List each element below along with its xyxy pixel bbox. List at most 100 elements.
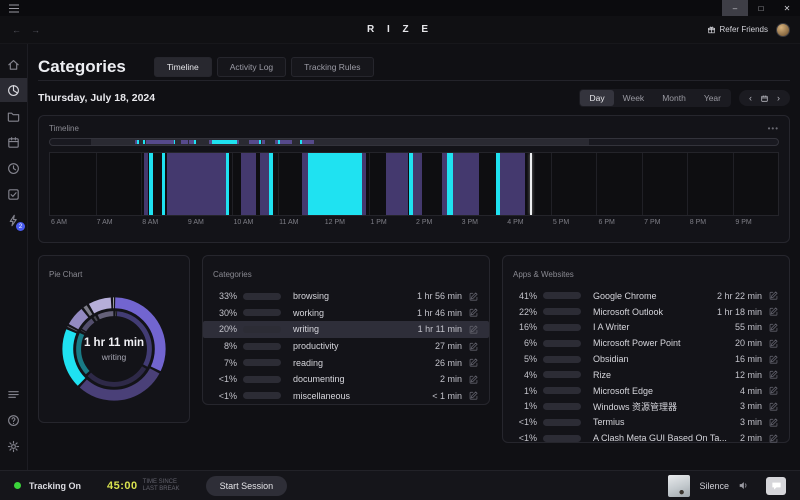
avatar[interactable] bbox=[776, 23, 790, 37]
sidebar-item-check-square[interactable] bbox=[0, 182, 27, 206]
sidebar-item-pie-chart[interactable] bbox=[0, 78, 27, 102]
activity-segment bbox=[144, 153, 148, 215]
app-label: Microsoft Power Point bbox=[593, 338, 729, 348]
chat-bubble-button[interactable] bbox=[766, 477, 786, 495]
app-row[interactable]: 22%Microsoft Outlook1 hr 18 min bbox=[513, 304, 779, 320]
minimize-button[interactable]: – bbox=[722, 0, 748, 16]
app-row[interactable]: 4%Rize12 min bbox=[513, 367, 779, 383]
range-option-month[interactable]: Month bbox=[653, 90, 695, 106]
percent-label: 41% bbox=[513, 291, 537, 301]
edit-icon[interactable] bbox=[768, 322, 779, 333]
activity-segment bbox=[226, 153, 229, 215]
category-row[interactable]: 7%reading26 min bbox=[213, 354, 479, 371]
scrubber-segment bbox=[181, 140, 188, 144]
edit-icon[interactable] bbox=[768, 354, 779, 365]
hour-label: 8 PM bbox=[688, 219, 706, 226]
app-label: Microsoft Outlook bbox=[593, 307, 711, 317]
range-option-year[interactable]: Year bbox=[695, 90, 730, 106]
app-row[interactable]: 1%Windows 资源管理器3 min bbox=[513, 399, 779, 415]
page-header: Categories TimelineActivity LogTracking … bbox=[38, 44, 790, 81]
refer-friends-button[interactable]: Refer Friends bbox=[707, 25, 768, 35]
page-title: Categories bbox=[38, 57, 126, 77]
edit-icon[interactable] bbox=[468, 324, 479, 335]
sidebar-item-help-circle[interactable] bbox=[0, 408, 27, 432]
edit-icon[interactable] bbox=[768, 417, 779, 428]
sidebar-item-calendar[interactable] bbox=[0, 130, 27, 154]
app-row[interactable]: <1%Termius3 min bbox=[513, 414, 779, 430]
percent-label: 1% bbox=[513, 401, 537, 411]
hamburger-menu-icon[interactable] bbox=[9, 4, 19, 13]
edit-icon[interactable] bbox=[468, 357, 479, 368]
edit-icon[interactable] bbox=[768, 433, 779, 444]
app-row[interactable]: 1%Microsoft Edge4 min bbox=[513, 383, 779, 399]
hour-label: 12 PM bbox=[323, 219, 345, 226]
usage-bar bbox=[543, 340, 581, 347]
app-row[interactable]: <1%A Clash Meta GUI Based On Ta...2 min bbox=[513, 430, 779, 446]
edit-icon[interactable] bbox=[768, 290, 779, 301]
prev-date-button[interactable]: ‹ bbox=[749, 93, 752, 103]
timeline-scrubber[interactable] bbox=[49, 138, 779, 146]
category-row[interactable]: <1%miscellaneous< 1 min bbox=[213, 388, 479, 405]
edit-icon[interactable] bbox=[768, 401, 779, 412]
app-label: Windows 资源管理器 bbox=[593, 400, 734, 413]
hour-gridline bbox=[642, 153, 643, 215]
edit-icon[interactable] bbox=[768, 369, 779, 380]
album-art-thumbnail[interactable] bbox=[668, 475, 690, 497]
close-button[interactable]: ✕ bbox=[774, 0, 800, 16]
tab-timeline[interactable]: Timeline bbox=[154, 57, 212, 77]
tab-activity-log[interactable]: Activity Log bbox=[217, 57, 286, 77]
hour-gridline bbox=[369, 153, 370, 215]
calendar-picker-icon[interactable] bbox=[760, 94, 769, 103]
app-label: Google Chrome bbox=[593, 291, 711, 301]
edit-icon[interactable] bbox=[468, 341, 479, 352]
start-session-button[interactable]: Start Session bbox=[206, 476, 288, 496]
category-row[interactable]: 30%working1 hr 46 min bbox=[213, 305, 479, 322]
edit-icon[interactable] bbox=[768, 385, 779, 396]
edit-icon[interactable] bbox=[468, 291, 479, 302]
range-option-week[interactable]: Week bbox=[614, 90, 654, 106]
speaker-icon[interactable] bbox=[738, 480, 749, 491]
back-button[interactable]: ← bbox=[12, 25, 21, 35]
edit-icon[interactable] bbox=[768, 306, 779, 317]
timeline-chart bbox=[49, 152, 779, 216]
now-playing-label: Silence bbox=[699, 481, 729, 491]
category-label: documenting bbox=[293, 374, 434, 384]
maximize-button[interactable]: □ bbox=[748, 0, 774, 16]
scrubber-segment bbox=[146, 140, 174, 144]
edit-icon[interactable] bbox=[468, 390, 479, 401]
app-label: Termius bbox=[593, 417, 734, 427]
app-row[interactable]: 16%I A Writer55 min bbox=[513, 320, 779, 336]
sidebar-item-zap[interactable]: 2 bbox=[0, 208, 27, 232]
forward-button[interactable]: → bbox=[31, 25, 40, 35]
tracking-status-dot bbox=[14, 482, 21, 489]
sidebar-item-settings[interactable] bbox=[0, 434, 27, 458]
app-label: Rize bbox=[593, 370, 729, 380]
tab-tracking-rules[interactable]: Tracking Rules bbox=[291, 57, 373, 77]
notification-badge: 2 bbox=[16, 222, 25, 231]
range-option-day[interactable]: Day bbox=[580, 90, 613, 106]
hour-label: 3 PM bbox=[460, 219, 478, 226]
timeline-menu-button[interactable]: ••• bbox=[768, 124, 779, 133]
gift-icon bbox=[707, 25, 716, 35]
sidebar-item-menu-lines[interactable] bbox=[0, 382, 27, 406]
category-row[interactable]: 8%productivity27 min bbox=[213, 338, 479, 355]
edit-icon[interactable] bbox=[468, 307, 479, 318]
category-row[interactable]: <1%documenting2 min bbox=[213, 371, 479, 388]
app-row[interactable]: 41%Google Chrome2 hr 22 min bbox=[513, 288, 779, 304]
sidebar-item-folder[interactable] bbox=[0, 104, 27, 128]
percent-label: 7% bbox=[213, 358, 237, 368]
sidebar-item-clock[interactable] bbox=[0, 156, 27, 180]
category-row[interactable]: 20%writing1 hr 11 min bbox=[203, 321, 489, 338]
next-date-button[interactable]: › bbox=[777, 93, 780, 103]
sidebar-item-home[interactable] bbox=[0, 52, 27, 76]
edit-icon[interactable] bbox=[768, 338, 779, 349]
app-row[interactable]: 5%Obsidian16 min bbox=[513, 351, 779, 367]
duration-label: 12 min bbox=[735, 370, 762, 380]
category-row[interactable]: 33%browsing1 hr 56 min bbox=[213, 288, 479, 305]
category-label: working bbox=[293, 308, 411, 318]
edit-icon[interactable] bbox=[468, 374, 479, 385]
percent-label: 6% bbox=[513, 338, 537, 348]
app-title: R I Z E bbox=[0, 24, 800, 35]
activity-segment bbox=[362, 153, 366, 215]
app-row[interactable]: 6%Microsoft Power Point20 min bbox=[513, 335, 779, 351]
